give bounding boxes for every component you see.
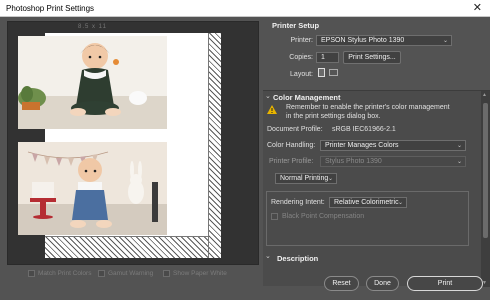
chevron-down-icon: ⌄ [327, 176, 333, 182]
settings-panel: Printer Setup Printer: EPSON Stylus Phot… [263, 17, 490, 300]
portrait-layout-icon[interactable] [318, 68, 325, 77]
photo-bottom-image [18, 142, 167, 235]
show-paper-white-checkbox[interactable]: Show Paper White [163, 270, 227, 277]
copies-value: 1 [321, 54, 325, 61]
paper-size-ruler: 8.5 x 11 [78, 24, 107, 30]
checkbox-label: Gamut Warning [108, 270, 154, 277]
black-point-compensation-checkbox[interactable]: Black Point Compensation [271, 213, 364, 220]
printer-select[interactable]: EPSON Stylus Photo 1390 ⌄ [316, 35, 452, 46]
print-preview[interactable]: 8.5 x 11 [7, 21, 259, 265]
color-management-title: Color Management [273, 93, 341, 102]
checkbox-box[interactable] [163, 270, 170, 277]
gamut-warning-checkbox[interactable]: Gamut Warning [98, 270, 153, 277]
checkbox-label: Show Paper White [173, 270, 227, 277]
scrollbar-thumb[interactable] [483, 103, 488, 238]
photo-top-image [18, 36, 167, 129]
preview-options: Match Print Colors Gamut Warning Show Pa… [28, 270, 258, 280]
description-title: Description [277, 254, 319, 263]
checkbox-box[interactable] [28, 270, 35, 277]
checkbox-label: Black Point Compensation [282, 213, 365, 220]
landscape-layout-icon[interactable] [329, 69, 338, 76]
chevron-down-icon: ⌄ [442, 38, 448, 44]
printing-mode-value: Normal Printing [280, 175, 329, 182]
photo-top[interactable] [18, 36, 167, 129]
collapse-chevron-icon[interactable]: ⌄ [265, 92, 271, 100]
print-settings-button[interactable]: Print Settings... [343, 51, 401, 64]
printer-profile-label: Printer Profile: [269, 158, 314, 165]
reset-button[interactable]: Reset [324, 276, 359, 291]
checkbox-label: Match Print Colors [38, 270, 92, 277]
hatch-bottom-overlay [45, 236, 221, 258]
document-profile-value: sRGB IEC61966-2.1 [332, 126, 396, 133]
close-icon[interactable]: ✕ [473, 1, 482, 14]
layout-label: Layout: [290, 71, 313, 78]
rendering-intent-value: Relative Colorimetric [334, 199, 399, 206]
title-bar: Photoshop Print Settings ✕ [0, 0, 490, 17]
printer-value: EPSON Stylus Photo 1390 [321, 37, 405, 44]
chevron-down-icon: ⌄ [456, 143, 462, 149]
color-handling-select[interactable]: Printer Manages Colors ⌄ [320, 140, 466, 151]
hatch-right-overlay [208, 33, 221, 258]
match-print-colors-checkbox[interactable]: Match Print Colors [28, 270, 91, 277]
printer-profile-select[interactable]: Stylus Photo 1390 ⌄ [320, 156, 466, 167]
scrollbar[interactable]: ▲ ▼ [481, 91, 490, 287]
window-title: Photoshop Print Settings [6, 4, 95, 13]
printing-mode-select[interactable]: Normal Printing ⌄ [275, 173, 337, 184]
printer-setup-title: Printer Setup [272, 21, 320, 30]
print-button[interactable]: Print [407, 276, 483, 291]
chevron-down-icon: ⌄ [397, 200, 403, 206]
collapse-chevron-icon[interactable]: ⌄ [265, 252, 271, 260]
copies-input[interactable]: 1 [316, 52, 339, 63]
color-handling-label: Color Handling: [267, 142, 316, 149]
warning-icon [267, 105, 277, 114]
printer-profile-value: Stylus Photo 1390 [325, 158, 382, 165]
rendering-options-box: Rendering Intent: Relative Colorimetric … [266, 191, 469, 246]
scroll-up-icon[interactable]: ▲ [482, 92, 487, 98]
chevron-down-icon: ⌄ [456, 159, 462, 165]
photo-bottom[interactable] [18, 142, 167, 235]
document-profile-label: Document Profile: [267, 126, 323, 133]
rendering-intent-label: Rendering Intent: [271, 199, 325, 206]
color-handling-value: Printer Manages Colors [325, 142, 399, 149]
done-button[interactable]: Done [366, 276, 399, 291]
copies-label: Copies: [289, 54, 313, 61]
settings-scroll-pane[interactable]: ⌄ Color Management Remember to enable th… [263, 90, 490, 287]
color-management-reminder: Remember to enable the printer's color m… [286, 104, 450, 120]
printer-label: Printer: [290, 37, 313, 44]
checkbox-box[interactable] [271, 213, 278, 220]
checkbox-box[interactable] [98, 270, 105, 277]
rendering-intent-select[interactable]: Relative Colorimetric ⌄ [329, 197, 407, 208]
